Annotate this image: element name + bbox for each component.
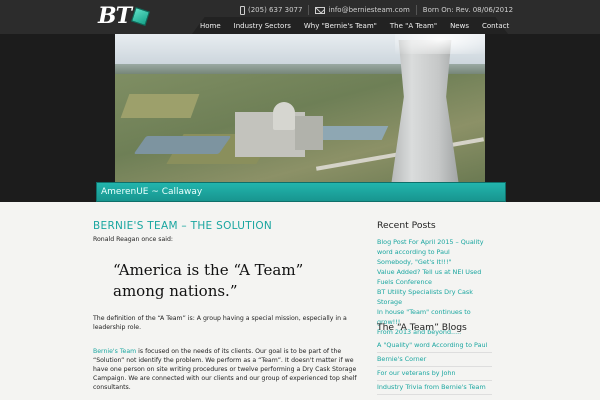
blogs-list: A "Quality" word According to Paul Berni…	[377, 339, 492, 395]
recent-post-link[interactable]: Blog Post For April 2015 – Quality word …	[377, 237, 492, 257]
nav-industry-sectors[interactable]: Industry Sectors	[234, 22, 291, 30]
nav-news[interactable]: News	[450, 22, 469, 30]
page-title: BERNIE'S TEAM – THE SOLUTION	[93, 220, 273, 232]
nav-contact[interactable]: Contact	[482, 22, 509, 30]
divider	[308, 5, 310, 15]
nav-home[interactable]: Home	[200, 22, 221, 30]
recent-post-link[interactable]: Somebody, "Get's It!!!"	[377, 257, 492, 267]
quote-line-1: “America is the “A Team”	[113, 261, 304, 279]
blog-link[interactable]: Industry Trivia from Bernie's Team	[377, 381, 492, 395]
quote-line-2: among nations.”	[113, 282, 238, 300]
main-nav: Home Industry Sectors Why "Bernie's Team…	[200, 19, 522, 33]
contact-bar: (205) 637 3077 info@berniesteam.com Born…	[240, 3, 513, 17]
blog-link[interactable]: For our veterans by John	[377, 367, 492, 381]
logo-cube-icon	[131, 6, 150, 26]
logo[interactable]: BT	[98, 3, 150, 29]
hero-plant-annex	[295, 116, 323, 150]
sidebar: Recent Posts Blog Post For April 2015 – …	[377, 220, 492, 395]
hero-caption-bar: AmerenUE ~ Callaway	[96, 182, 506, 202]
phone-icon	[240, 5, 245, 15]
hero-pond	[133, 136, 232, 154]
recent-posts-title: Recent Posts	[377, 220, 436, 231]
mail-icon	[315, 6, 326, 14]
born-on-text: Born On: Rev. 08/06/2012	[422, 6, 514, 14]
blog-link[interactable]: A "Quality" word According to Paul	[377, 339, 492, 353]
nav-the-a-team[interactable]: The "A Team"	[390, 22, 437, 30]
berniesteam-link[interactable]: Bernie's Team	[93, 348, 136, 355]
definition-paragraph: The definition of the “A Team” is: A gro…	[93, 315, 347, 331]
hero-caption: AmerenUE ~ Callaway	[101, 187, 203, 197]
email-link[interactable]: info@berniesteam.com	[328, 6, 409, 14]
reagan-quote: “America is the “A Team” among nations.”	[113, 260, 303, 302]
hero-reactor-dome	[273, 102, 295, 130]
blogs-section: The “A Team” Blogs A "Quality" word Acco…	[377, 322, 492, 395]
logo-text: BT	[98, 3, 132, 29]
divider	[415, 5, 417, 15]
about-paragraph: Bernie's Team is focused on the needs of…	[93, 347, 363, 392]
phone-number: (205) 637 3077	[248, 6, 303, 14]
blogs-title: The “A Team” Blogs	[377, 322, 467, 333]
site-header: BT (205) 637 3077 info@berniesteam.com B…	[0, 0, 600, 34]
intro-text: Ronald Reagan once said:	[93, 236, 173, 243]
hero-field	[120, 94, 200, 118]
hero-image	[115, 34, 485, 182]
blog-link[interactable]: Bernie's Corner	[377, 353, 492, 367]
recent-post-link[interactable]: BT Utility Specialists Dry Cask Storage	[377, 287, 492, 307]
main-content: BERNIE'S TEAM – THE SOLUTION Ronald Reag…	[93, 220, 363, 391]
nav-why-berniesteam[interactable]: Why "Bernie's Team"	[304, 22, 377, 30]
hero-steam	[395, 34, 485, 54]
recent-post-link[interactable]: Value Added? Tell us at NEI Used Fuels C…	[377, 267, 492, 287]
hero-section: AmerenUE ~ Callaway	[0, 34, 600, 202]
